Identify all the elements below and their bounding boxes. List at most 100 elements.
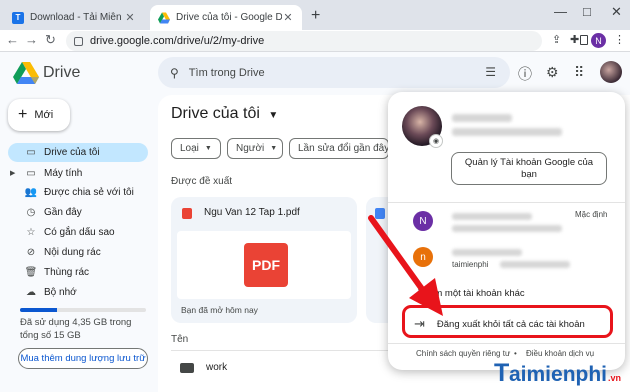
url-text: drive.google.com/drive/u/2/my-drive: [90, 35, 265, 47]
close-tab-icon[interactable]: ✕: [124, 11, 136, 24]
close-tab-icon[interactable]: ✕: [282, 11, 294, 24]
new-tab-button[interactable]: +: [311, 7, 320, 25]
page-title-text: Drive của tôi: [171, 105, 260, 122]
blurred-account-name: [452, 249, 522, 256]
settings-gear-icon[interactable]: ⚙: [546, 64, 559, 81]
extensions-icon[interactable]: ✚: [570, 33, 579, 46]
storage-usage-bar: [20, 308, 146, 312]
chevron-down-icon: ▼: [268, 110, 279, 121]
reload-icon[interactable]: ↻: [45, 32, 56, 48]
help-icon[interactable]: ⓘ: [518, 64, 532, 84]
sidebar-item-spam[interactable]: ⊘ Nội dung rác: [8, 243, 148, 262]
lock-icon: [74, 36, 83, 46]
sidebar-item-trash[interactable]: 🗑 Thùng rác: [8, 263, 148, 282]
shared-icon: 👥: [24, 187, 38, 198]
search-bar[interactable]: ⚲ Tìm trong Drive ☰: [158, 57, 510, 88]
site-favicon-icon: T: [12, 11, 24, 24]
column-header-name[interactable]: Tên: [171, 334, 188, 345]
watermark-logo-icon: T aimienphi .vn: [494, 359, 621, 387]
apps-grid-icon[interactable]: ⠿: [574, 64, 584, 81]
blurred-account-name: [452, 213, 532, 220]
sidebar-item-label: Gần đây: [44, 207, 82, 218]
menu-divider: [388, 202, 625, 203]
sidebar-item-label: Thùng rác: [44, 267, 90, 278]
close-window-button[interactable]: ✕: [611, 4, 622, 20]
pdf-thumbnail-icon: PDF: [244, 243, 288, 287]
address-bar[interactable]: drive.google.com/drive/u/2/my-drive: [66, 31, 542, 51]
svg-text:aimienphi: aimienphi: [509, 363, 607, 386]
drive-icon: ▭: [26, 147, 36, 158]
filter-type-chip[interactable]: Loại ▼: [171, 138, 221, 159]
forward-icon[interactable]: →: [25, 32, 38, 47]
tab-title: Download - Tải Miễn Phí VN - Ph: [30, 12, 124, 23]
cloud-icon: ☁: [26, 287, 36, 298]
browser-tab-drive[interactable]: Drive của tôi - Google Drive ✕: [150, 5, 302, 30]
suggested-file-card[interactable]: Ngu Van 12 Tap 1.pdf PDF Bạn đã mở hôm n…: [171, 197, 357, 323]
browser-profile-avatar[interactable]: N: [591, 33, 606, 48]
file-name: Ngu Van 12 Tap 1.pdf: [204, 207, 300, 218]
star-icon: ☆: [26, 227, 36, 238]
camera-icon[interactable]: ◉: [429, 134, 443, 148]
drive-favicon-icon: [158, 12, 170, 23]
filter-people-chip[interactable]: Người ▼: [227, 138, 283, 159]
blurred-account-name: [452, 114, 512, 122]
blurred-account-email: [452, 225, 562, 232]
storage-usage-text: Đã sử dụng 4,35 GB trong tổng số 15 GB: [20, 317, 132, 341]
app-name: Drive: [43, 64, 81, 81]
manage-account-button[interactable]: Quản lý Tài khoản Google của bạn: [451, 152, 607, 185]
blurred-account-email: [452, 128, 562, 136]
sidebar-item-label: Bộ nhớ: [44, 287, 77, 298]
sidebar-item-my-drive[interactable]: ▭ Drive của tôi: [8, 143, 148, 162]
blurred-account-email: [500, 261, 570, 268]
menu-divider: [388, 343, 625, 344]
sidebar-item-label: Được chia sẻ với tôi: [44, 187, 134, 198]
browser-toolbar: ← → ↻ drive.google.com/drive/u/2/my-driv…: [0, 30, 630, 52]
search-icon: ⚲: [170, 65, 179, 80]
drive-logo-icon: [13, 62, 39, 84]
buy-storage-button[interactable]: Mua thêm dung lượng lưu trữ: [18, 348, 148, 369]
back-icon[interactable]: ←: [6, 32, 19, 47]
default-account-label: Mặc định: [575, 210, 608, 219]
trash-icon: 🗑: [24, 267, 38, 278]
spam-icon: ⊘: [26, 247, 36, 258]
filter-options-icon[interactable]: ☰: [485, 65, 496, 79]
page-title[interactable]: Drive của tôi ▼: [171, 105, 278, 123]
file-thumbnail: PDF: [177, 231, 351, 299]
new-button[interactable]: + Mới: [8, 99, 70, 131]
svg-text:T: T: [494, 359, 509, 387]
folder-icon: [180, 363, 194, 373]
chevron-down-icon: ▼: [270, 145, 278, 152]
red-arrow-annotation: [368, 215, 443, 316]
sidebar-item-label: Nội dung rác: [44, 247, 101, 258]
chip-label: Loại: [180, 143, 199, 154]
sidebar-item-recent[interactable]: ◷ Gần đây: [8, 203, 148, 222]
sidebar-item-starred[interactable]: ☆ Có gắn dấu sao: [8, 223, 148, 242]
clock-icon: ◷: [26, 207, 36, 218]
storage-usage-fill: [20, 308, 57, 312]
browser-tab-strip: T Download - Tải Miễn Phí VN - Ph ✕ Driv…: [0, 0, 630, 30]
file-opened-text: Bạn đã mở hôm nay: [181, 305, 258, 315]
sidebar-item-label: Máy tính: [44, 168, 83, 179]
suggested-heading: Được đề xuất: [171, 176, 233, 187]
sidebar-item-storage[interactable]: ☁ Bộ nhớ: [8, 283, 148, 302]
browser-tab-download[interactable]: T Download - Tải Miễn Phí VN - Ph ✕: [4, 5, 144, 30]
browser-menu-icon[interactable]: ⋮: [614, 33, 625, 46]
filter-modified-chip[interactable]: Lần sửa đổi gần đây n: [289, 138, 389, 159]
svg-text:.vn: .vn: [608, 373, 621, 383]
account-email-partial: taimienphi: [452, 260, 489, 269]
sidebar-item-label: Có gắn dấu sao: [44, 227, 115, 238]
folder-name[interactable]: work: [206, 362, 227, 373]
sidebar-item-label: Drive của tôi: [44, 147, 100, 158]
list-divider: [171, 350, 391, 351]
account-avatar[interactable]: [600, 61, 622, 83]
pdf-file-icon: [182, 208, 192, 219]
maximize-button[interactable]: □: [583, 4, 591, 19]
share-icon[interactable]: ⇪: [552, 33, 561, 46]
sidebar-item-shared[interactable]: 👥 Được chia sẻ với tôi: [8, 183, 148, 202]
tab-title: Drive của tôi - Google Drive: [176, 12, 282, 23]
minimize-button[interactable]: —: [554, 4, 567, 19]
sidebar-item-computers[interactable]: ▭ Máy tính: [8, 164, 148, 183]
sidepanel-icon[interactable]: [580, 35, 588, 45]
plus-icon: +: [18, 106, 28, 123]
chip-label: Lần sửa đổi gần đây n: [298, 143, 389, 154]
